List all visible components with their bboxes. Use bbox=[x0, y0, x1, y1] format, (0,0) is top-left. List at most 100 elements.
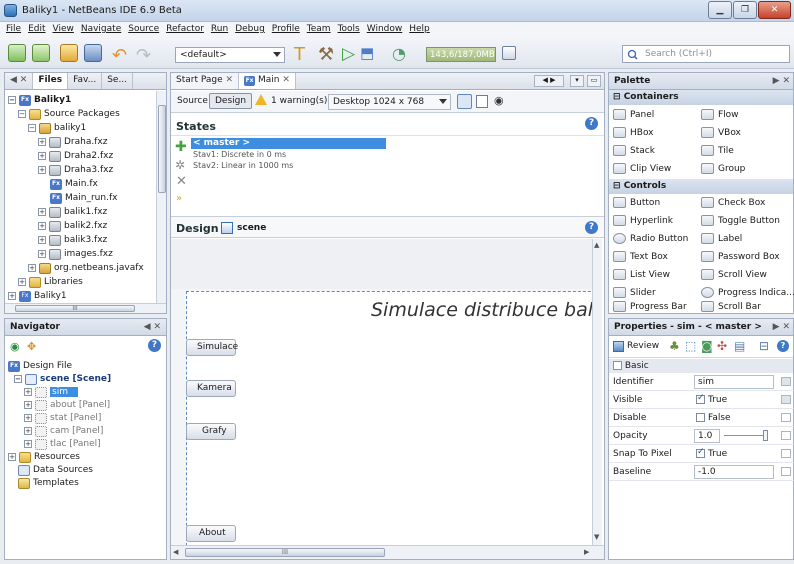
profile-icon[interactable]: ◔ bbox=[392, 44, 406, 63]
tab-scroll-arrows[interactable]: ◀ ▶ bbox=[534, 75, 564, 87]
state-stav2[interactable]: Stav2: Linear in 1000 ms bbox=[193, 161, 293, 170]
custom-editor-button[interactable] bbox=[781, 377, 791, 386]
menu-edit[interactable]: Edit bbox=[25, 22, 49, 37]
projects-vertical-scrollbar[interactable] bbox=[156, 91, 166, 303]
nav-stat[interactable]: + stat [Panel] bbox=[24, 411, 101, 425]
eye-icon[interactable]: ◉ bbox=[494, 94, 504, 107]
expand-icon[interactable]: + bbox=[38, 138, 46, 146]
state-master[interactable]: < master > bbox=[191, 138, 386, 149]
projects-horizontal-scrollbar[interactable]: III bbox=[5, 303, 166, 313]
filter-icon[interactable]: ✥ bbox=[27, 340, 36, 353]
expand-icon[interactable]: + bbox=[28, 264, 36, 272]
collapse-icon[interactable]: − bbox=[14, 375, 22, 383]
palette-item-progress-bar[interactable]: Progress Bar bbox=[613, 301, 687, 312]
canvas-horizontal-scrollbar[interactable]: ◀ III ▶ bbox=[171, 545, 604, 559]
expand-icon[interactable]: + bbox=[18, 278, 26, 286]
visible-checkbox[interactable]: True bbox=[696, 393, 727, 405]
nav-about[interactable]: + about [Panel] bbox=[24, 398, 110, 412]
nav-resources[interactable]: + Resources bbox=[8, 450, 80, 464]
expand-icon[interactable]: + bbox=[38, 250, 46, 258]
palette-item-vbox[interactable]: VBox bbox=[701, 127, 741, 138]
search-input[interactable]: Search (Ctrl+I) bbox=[622, 45, 790, 63]
expand-icon[interactable]: + bbox=[38, 236, 46, 244]
expand-icon[interactable]: + bbox=[8, 292, 16, 300]
expand-icon[interactable]: + bbox=[38, 152, 46, 160]
menu-run[interactable]: Run bbox=[208, 22, 232, 37]
palette-item-scroll-view[interactable]: Scroll View bbox=[701, 269, 767, 280]
navigator-window-controls[interactable]: ◀ ✕ bbox=[144, 322, 161, 332]
nav-sim[interactable]: + sim bbox=[24, 385, 78, 399]
review-button[interactable]: Review bbox=[627, 341, 659, 351]
redo-icon[interactable]: ↷ bbox=[136, 45, 151, 66]
expand-icon[interactable]: + bbox=[24, 427, 32, 435]
palette-item-label[interactable]: Label bbox=[701, 233, 742, 244]
properties-window-controls[interactable]: ▶ ✕ bbox=[773, 322, 790, 332]
menu-tools[interactable]: Tools bbox=[335, 22, 364, 37]
scroll-up-arrow[interactable]: ▲ bbox=[594, 241, 599, 249]
nav-templates[interactable]: Templates bbox=[18, 476, 79, 490]
tree-item-baliky1-second[interactable]: + Fx Baliky1 bbox=[8, 289, 67, 303]
menu-source[interactable]: Source bbox=[125, 22, 163, 37]
tree-item-images[interactable]: + images.fxz bbox=[38, 247, 113, 261]
minimize-button[interactable]: ▁ bbox=[708, 1, 732, 19]
delete-state-icon[interactable]: ✕ bbox=[176, 174, 187, 189]
opacity-slider-thumb[interactable] bbox=[763, 430, 768, 441]
menu-navigate[interactable]: Navigate bbox=[78, 22, 125, 37]
canvas-heading[interactable]: Simulace distribuce balí bbox=[371, 299, 592, 321]
palette-item-clip-view[interactable]: Clip View bbox=[613, 163, 671, 174]
design-button[interactable]: Design bbox=[209, 93, 253, 109]
palette-item-radio-button[interactable]: Radio Button bbox=[613, 233, 688, 244]
palette-item-hbox[interactable]: HBox bbox=[613, 127, 654, 138]
help-icon[interactable]: ? bbox=[777, 340, 789, 352]
palette-category-containers[interactable]: ⊟ Containers bbox=[609, 90, 793, 105]
tab-services[interactable]: Se... bbox=[102, 73, 134, 89]
nav-design-file[interactable]: Fx Design File bbox=[8, 359, 72, 373]
style-icon[interactable]: ◙ bbox=[701, 339, 713, 353]
tab-list-dropdown[interactable]: ▾ bbox=[570, 75, 584, 87]
snap-to-pixel-checkbox[interactable]: True bbox=[696, 447, 727, 459]
tree-item-balik1[interactable]: + balik1.fxz bbox=[38, 205, 107, 219]
scroll-right-arrow[interactable]: ▶ bbox=[584, 548, 589, 556]
menu-window[interactable]: Window bbox=[364, 22, 407, 37]
palette-item-group[interactable]: Group bbox=[701, 163, 745, 174]
custom-editor-button[interactable] bbox=[781, 413, 791, 422]
memory-indicator[interactable]: 143,6/187,0MB bbox=[426, 47, 496, 62]
maximize-editor-icon[interactable]: ▭ bbox=[587, 75, 601, 87]
clean-build-icon[interactable]: ⚒ bbox=[318, 44, 334, 65]
expand-icon[interactable]: + bbox=[8, 453, 16, 461]
expand-icon[interactable]: + bbox=[24, 440, 32, 448]
source-button[interactable]: Source bbox=[177, 96, 208, 106]
expand-icon[interactable]: + bbox=[38, 166, 46, 174]
undo-icon[interactable]: ↶ bbox=[112, 45, 127, 66]
tree-item-main-run-fx[interactable]: Fx Main_run.fx bbox=[50, 191, 117, 205]
palette-item-text-box[interactable]: Text Box bbox=[613, 251, 668, 262]
expand-icon[interactable]: + bbox=[24, 414, 32, 422]
scrollbar-thumb[interactable]: III bbox=[185, 548, 385, 557]
tree-item-libraries[interactable]: + Libraries bbox=[18, 275, 83, 289]
new-project-icon[interactable] bbox=[32, 44, 50, 62]
canvas-vertical-scrollbar[interactable]: ▲ ▼ bbox=[592, 239, 602, 545]
expand-icon[interactable]: + bbox=[24, 401, 32, 409]
canvas-button-kamera[interactable]: Kamera bbox=[186, 380, 236, 397]
build-hammer-icon[interactable]: T bbox=[294, 44, 305, 65]
tree-item-baliky1-project[interactable]: − Fx Baliky1 bbox=[8, 93, 71, 107]
tree-item-org-netbeans-javafx[interactable]: + org.netbeans.javafx bbox=[28, 261, 144, 275]
tab-main[interactable]: Fx Main ✕ bbox=[239, 73, 296, 89]
eye-icon[interactable]: ◉ bbox=[10, 340, 20, 353]
identifier-input[interactable]: sim bbox=[694, 375, 774, 389]
help-icon[interactable]: ? bbox=[585, 117, 598, 130]
palette-item-tile[interactable]: Tile bbox=[701, 145, 734, 156]
new-file-icon[interactable] bbox=[8, 44, 26, 62]
sort-icon[interactable]: ⊟ bbox=[759, 339, 769, 353]
palette-item-button[interactable]: Button bbox=[613, 197, 660, 208]
tree-item-main-fx[interactable]: Fx Main.fx bbox=[50, 177, 98, 191]
nav-tlac[interactable]: + tlac [Panel] bbox=[24, 437, 101, 451]
properties-section-basic[interactable]: Basic bbox=[609, 359, 793, 373]
palette-window-controls[interactable]: ▶ ✕ bbox=[773, 76, 790, 86]
event-icon[interactable]: ♣ bbox=[669, 339, 680, 353]
tree-item-balik2[interactable]: + balik2.fxz bbox=[38, 219, 107, 233]
custom-editor-button[interactable] bbox=[781, 467, 791, 476]
menu-debug[interactable]: Debug bbox=[232, 22, 269, 37]
tree-item-draha3[interactable]: + Draha3.fxz bbox=[38, 163, 113, 177]
opacity-input[interactable]: 1.0 bbox=[694, 429, 720, 443]
